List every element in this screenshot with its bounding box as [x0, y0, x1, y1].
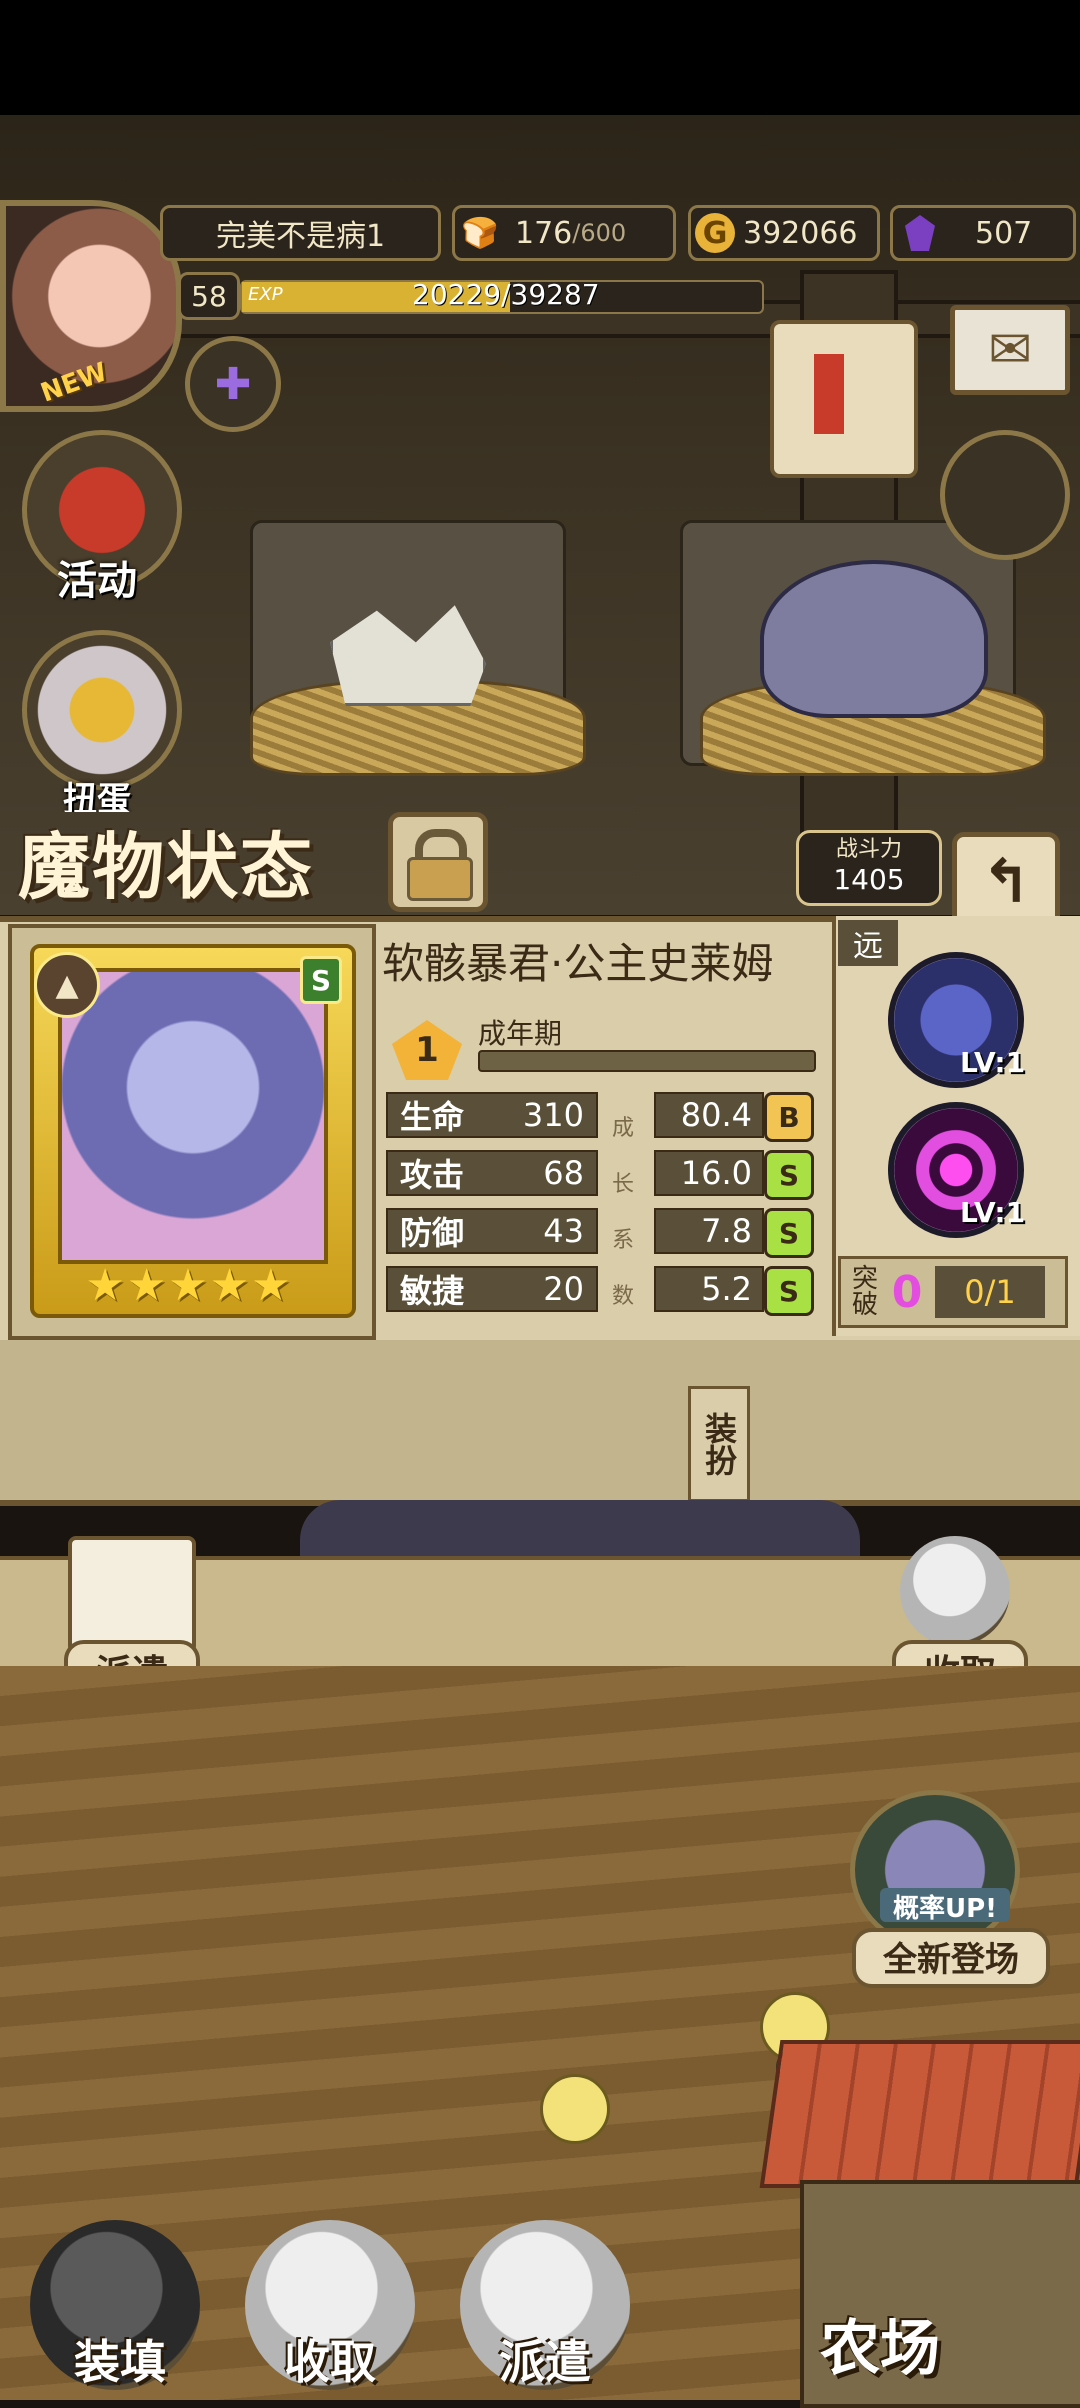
stat-value: 68 [543, 1154, 584, 1192]
wooden-shelf-band [0, 1340, 1080, 1506]
load-button[interactable]: 装填 [30, 2326, 210, 2389]
breakthrough-count: 0 [891, 1266, 923, 1318]
gold-box[interactable]: G 392066 [688, 205, 880, 261]
stat-label: 防御 [400, 1214, 465, 1252]
skill-level: LV:1 [960, 1046, 1026, 1079]
attack-range-tag: 远 [838, 920, 898, 966]
growth-caption-char: 数 [611, 1284, 634, 1309]
stat-attack: 攻击 68 [386, 1150, 598, 1196]
growth-caption-char: 成 [611, 1116, 634, 1141]
exp-label: EXP [248, 284, 283, 305]
promo-rate-up: 概率UP! [880, 1888, 1010, 1924]
player-name-box[interactable]: 完美不是病1 [160, 205, 441, 261]
dispatch-button-bottom[interactable]: 派遣 [455, 2326, 635, 2389]
stat-hp: 生命 310 [386, 1092, 598, 1138]
lock-button[interactable] [388, 812, 488, 912]
scroll-mark [814, 354, 844, 434]
dispatch-document-icon[interactable] [68, 1536, 196, 1654]
combat-power-box: 战斗力 1405 [796, 830, 942, 906]
stat-defense: 防御 43 [386, 1208, 598, 1254]
stamina-current: 176 [515, 215, 573, 251]
growth-defense: 7.8 [654, 1208, 764, 1254]
star-rating: ★★★★★ [85, 1260, 293, 1311]
purple-gem-plus-icon: ✚ [214, 358, 252, 410]
stat-label: 攻击 [400, 1156, 465, 1194]
exp-bar: EXP 20229/39287 [240, 278, 764, 314]
stat-value: 310 [522, 1096, 584, 1134]
growth-agility: 5.2 [654, 1266, 764, 1312]
monster-portrait [58, 968, 328, 1264]
growth-hp: 80.4 [654, 1092, 764, 1138]
monster-status-title: 魔物状态 [18, 824, 315, 909]
player-name: 完美不是病1 [215, 219, 386, 254]
grade-badge: B [764, 1092, 814, 1142]
activity-button-label[interactable]: 活动 [22, 548, 172, 604]
stage-progress-bar [478, 1050, 816, 1072]
gacha-button-label[interactable]: 扭蛋 [22, 772, 172, 812]
farm-label[interactable]: 农场 [760, 2300, 1000, 2384]
growth-caption-char: 长 [611, 1172, 634, 1197]
purple-gem-icon [905, 215, 935, 251]
exp-value: 20229/39287 [412, 278, 600, 311]
breakthrough-box[interactable]: 突破 0 0/1 [838, 1256, 1068, 1328]
sleeping-slime-monster[interactable] [760, 560, 988, 718]
skill-level: LV:1 [960, 1196, 1026, 1229]
breakthrough-label: 突破 [851, 1264, 878, 1320]
monster-name: 软骸暴君·公主史莱姆 [382, 938, 774, 988]
combat-power-label: 战斗力 [835, 837, 902, 862]
gold-amount: 392066 [743, 215, 858, 251]
bread-icon: 🍞 [461, 215, 499, 251]
padlock-body [407, 857, 473, 901]
player-level: 58 [178, 272, 240, 320]
stamina-max: /600 [572, 219, 627, 247]
mountain-type-icon: ▲ [34, 952, 100, 1018]
grade-badge: S [764, 1266, 814, 1316]
collect-button-bottom[interactable]: 收取 [240, 2326, 420, 2389]
mail-icon[interactable]: ✉ [950, 305, 1070, 395]
grade-badge: S [764, 1150, 814, 1200]
quest-scroll-icon[interactable] [770, 320, 918, 478]
stat-value: 20 [543, 1270, 584, 1308]
promo-new-arrival[interactable]: 全新登场 [852, 1928, 1050, 1988]
chick-character[interactable] [540, 2074, 610, 2144]
grade-badge: S [764, 1208, 814, 1258]
dress-up-tab[interactable]: 装扮 [688, 1386, 750, 1502]
growth-caption-char: 系 [611, 1228, 634, 1253]
stat-label: 敏捷 [400, 1272, 465, 1310]
stat-value: 43 [543, 1212, 584, 1250]
system-status-bar [0, 0, 1080, 115]
egg-collect-icon[interactable] [900, 1536, 1010, 1646]
stage-name: 成年期 [478, 1017, 563, 1050]
add-gem-button[interactable]: ✚ [185, 336, 281, 432]
gacha-machine-icon[interactable] [22, 630, 182, 790]
barn-roof [759, 2040, 1080, 2188]
back-arrow-icon: ↰ [980, 847, 1032, 917]
gem-box[interactable]: 507 [890, 205, 1076, 261]
stat-agility: 敏捷 20 [386, 1266, 598, 1312]
stamina-box[interactable]: 🍞 176 /600 [452, 205, 676, 261]
combat-power-value: 1405 [833, 863, 905, 896]
rarity-badge: S [300, 956, 342, 1004]
gold-coin-icon: G [695, 213, 735, 253]
growth-attack: 16.0 [654, 1150, 764, 1196]
new-monster-promo-icon[interactable] [850, 1790, 1020, 1950]
backpack-icon[interactable] [940, 430, 1070, 560]
breakthrough-progress: 0/1 [935, 1266, 1045, 1318]
gem-amount: 507 [975, 215, 1033, 251]
stat-label: 生命 [400, 1098, 465, 1136]
